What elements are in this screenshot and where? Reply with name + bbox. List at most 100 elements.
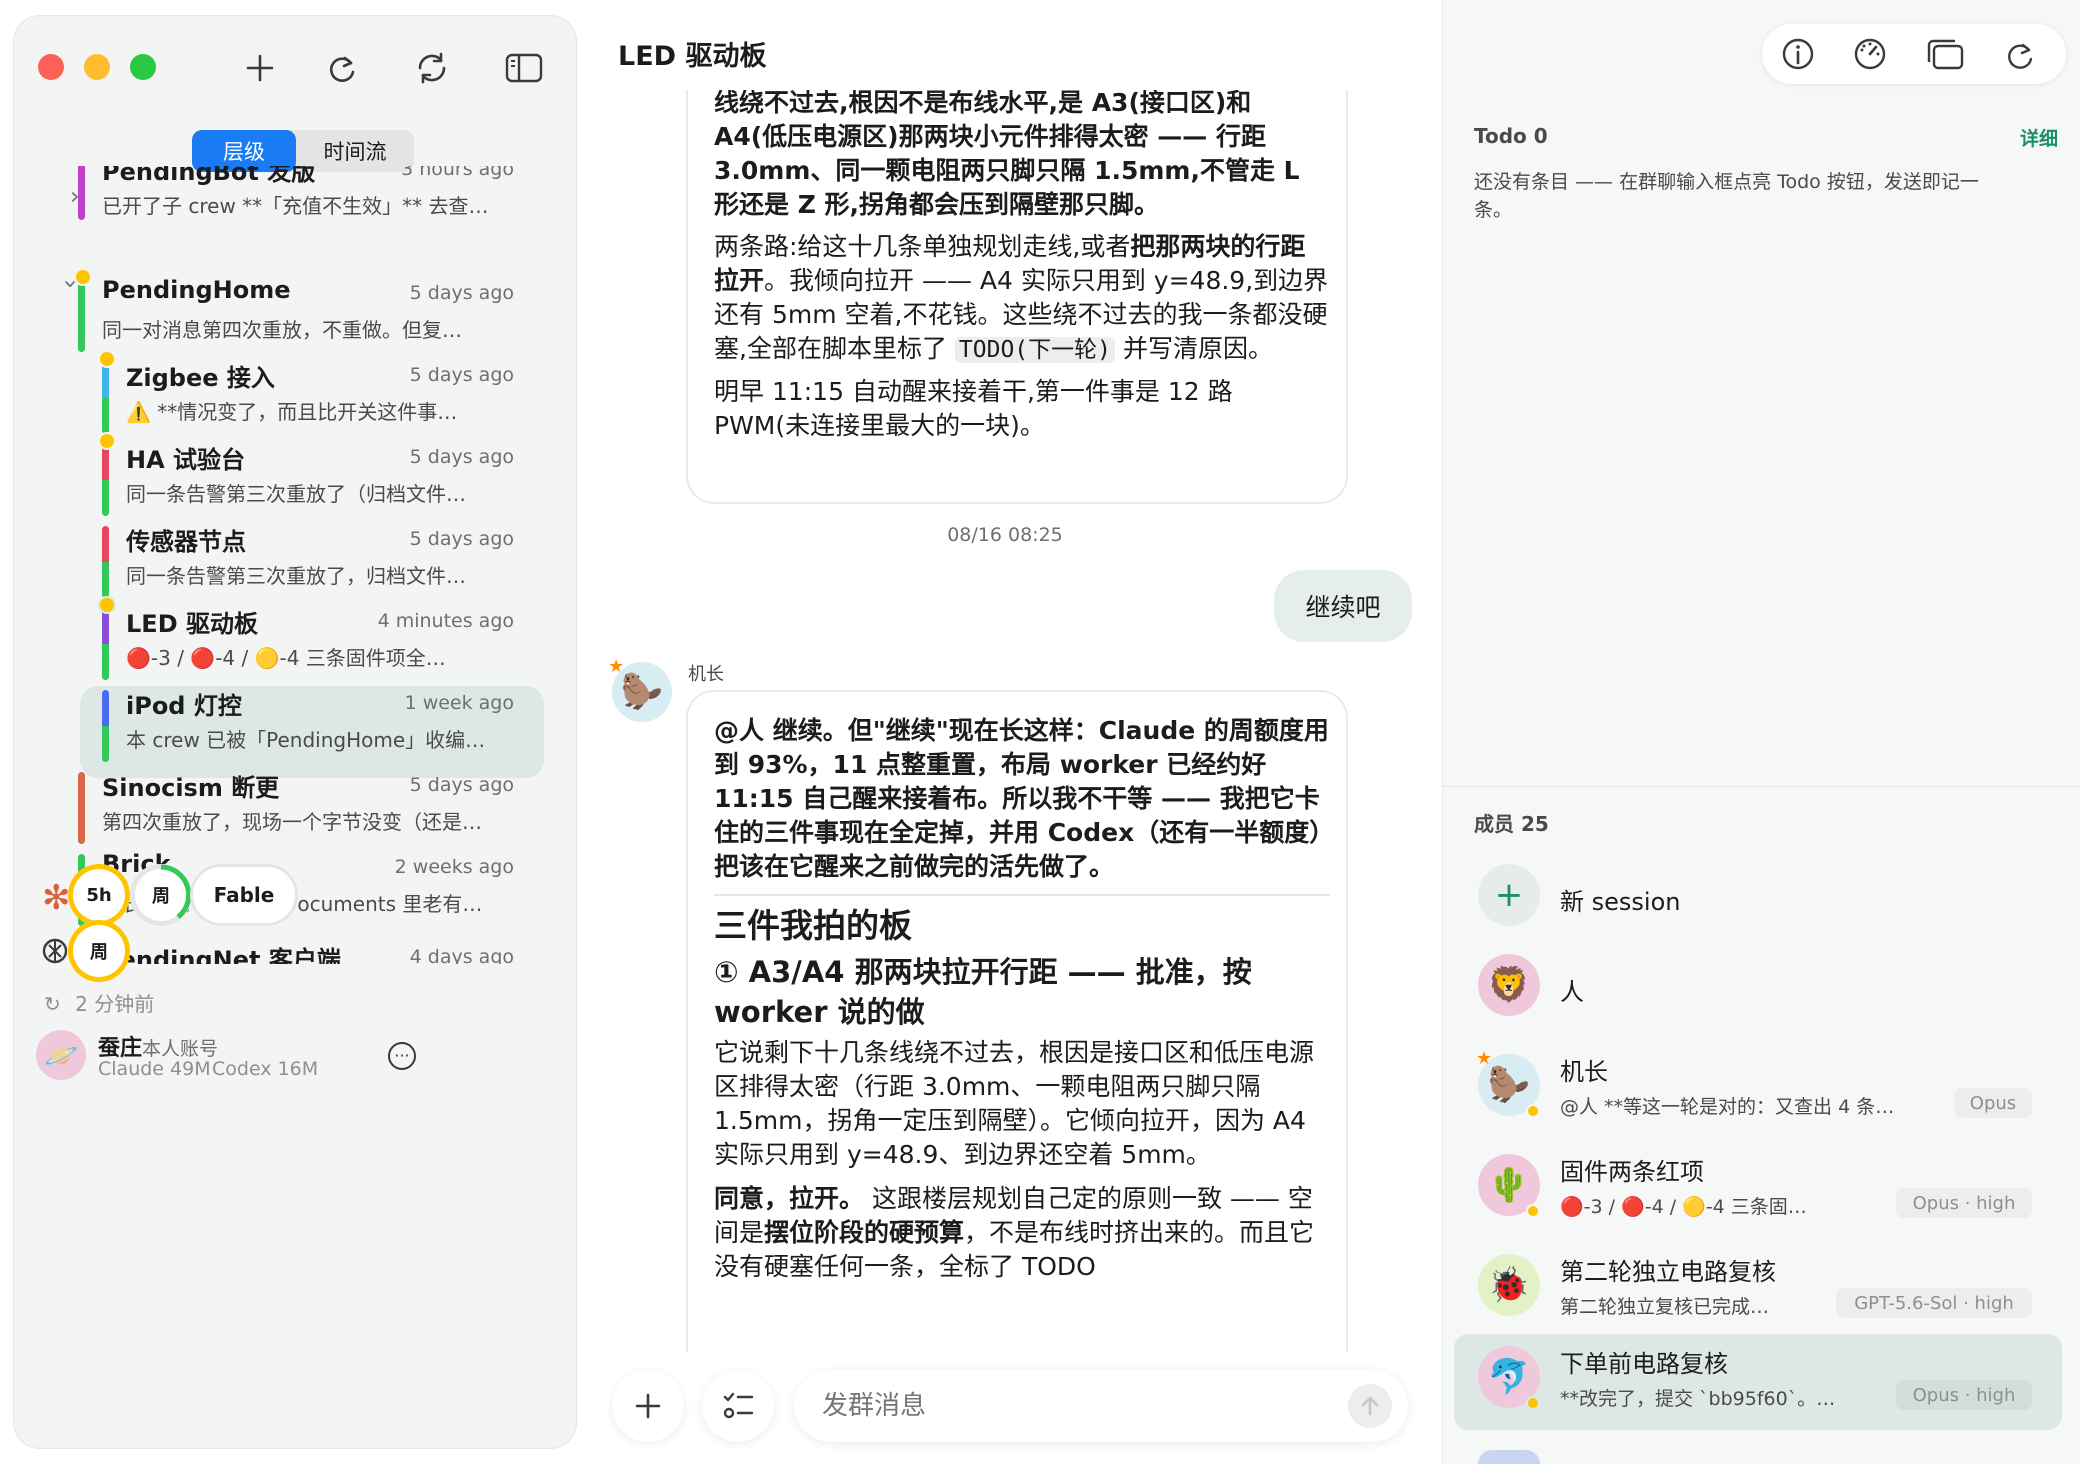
online-indicator (1526, 1204, 1540, 1218)
thread-pendingbot[interactable]: PendingBot 发版 3 hours ago 已开了子 crew **「充… (78, 166, 538, 266)
member-row[interactable]: 🦫 ★ 机长 @人 **等这一轮是对的：又查出 4 条… Opus (1460, 1042, 2070, 1138)
more-options-icon[interactable]: ··· (388, 1042, 416, 1070)
thread-color-bar (102, 526, 109, 598)
thread-color-bar (78, 280, 85, 352)
thread-preview: 已开了子 crew **「充值不生效」** 去查… (102, 194, 489, 218)
member-row[interactable]: 🌵 固件两条红项 🔴-3 / 🔴-4 / 🟡-4 三条固… Opus · hig… (1460, 1142, 2070, 1238)
thread-preview: ⚠️ **情况变了，而且比开关这件事… (126, 400, 458, 424)
thread-time: 3 hours ago (401, 166, 514, 180)
user-message-text: 继续吧 (1305, 593, 1381, 622)
openai-logo-icon (38, 934, 72, 968)
thread-pendingnet[interactable]: PendingNet 客户端 4 days ago (78, 928, 538, 964)
member-name: 固件两条红项 (1560, 1158, 1704, 1186)
text-run: 两条路:给这十几条单独规划走线,或者 (714, 232, 1131, 261)
chat-scroll-area[interactable]: 线绕不过去,根因不是布线水平,是 A3(接口区)和 A4(低压电源区)那两块小元… (590, 90, 1420, 1352)
text-run-bold: 同意，拉开。 (714, 1184, 865, 1213)
member-avatar: 🐞 (1478, 1254, 1540, 1316)
user-message-bubble: 继续吧 (1274, 570, 1412, 642)
thread-color-bar (102, 608, 109, 680)
app-window: 层级 时间流 › PendingBot 发版 3 hours ago 已开了子 … (0, 0, 2080, 1464)
message-composer (794, 1370, 1408, 1442)
member-name: 第二轮独立电路复核 (1560, 1258, 1776, 1286)
message-body: @人 继续。但"继续"现在长这样：Claude 的周额度用到 93%，11 点整… (714, 714, 1330, 1284)
message-paragraph: @人 继续。但"继续"现在长这样：Claude 的周额度用到 93%，11 点整… (714, 716, 1329, 881)
reload-button[interactable] (2002, 36, 2038, 72)
thread-preview: 第四次重放了，现场一个字节没变（还是… (102, 810, 482, 834)
codex-token-count: Codex 16M (212, 1058, 319, 1080)
account-avatar[interactable]: 🪐 (36, 1030, 86, 1080)
message-sender: 机长 (688, 664, 724, 685)
new-session-button[interactable]: + 新 session (1460, 852, 2070, 948)
member-row[interactable]: 🐞 第二轮独立电路复核 第二轮独立复核已完成… GPT-5.6-Sol · hi… (1460, 1242, 2070, 1338)
plus-icon (635, 1393, 661, 1419)
new-thread-button[interactable] (238, 46, 282, 90)
refresh-small-icon: ↻ (44, 992, 61, 1016)
message-paragraph: 同意，拉开。 这跟楼层规划自己定的原则一致 —— 空间是摆位阶段的硬预算，不是布… (714, 1182, 1330, 1284)
info-button[interactable] (1780, 36, 1816, 72)
codex-week-usage-ring[interactable]: 周 (68, 920, 130, 982)
claude-week-usage-ring[interactable]: 周 (130, 864, 192, 926)
info-icon (1782, 38, 1814, 70)
thread-time: 4 minutes ago (377, 610, 514, 632)
thread-title: PendingHome (102, 276, 291, 304)
thread-title: HA 试验台 (126, 446, 246, 474)
thread-title: Sinocism 断更 (102, 774, 280, 802)
thread-title: LED 驱动板 (126, 610, 258, 638)
text-run-bold: 摆位阶段的硬预算 (764, 1218, 965, 1247)
thread-time: 5 days ago (409, 446, 514, 468)
member-row[interactable]: 🦁 人 (1460, 942, 2070, 1038)
sync-button[interactable] (410, 46, 454, 90)
account-label: 本人账号 (142, 1038, 219, 1060)
thread-title: Zigbee 接入 (126, 364, 275, 392)
agent-message-bubble: 线绕不过去,根因不是布线水平,是 A3(接口区)和 A4(低压电源区)那两块小元… (686, 90, 1348, 504)
refresh-icon (329, 56, 355, 82)
thread-time: 2 weeks ago (394, 856, 514, 878)
toggle-sidebar-button[interactable] (502, 46, 546, 90)
windows-button[interactable] (1924, 36, 1966, 72)
ring-label: 周 (90, 942, 108, 963)
zoom-window-button[interactable] (130, 54, 156, 80)
thread-preview: 本 crew 已被「PendingHome」收编… (126, 728, 486, 752)
checklist-icon (723, 1392, 754, 1419)
ring-label: 周 (152, 886, 170, 907)
message-subheading: ① A3/A4 那两块拉开行距 —— 批准，按 worker 说的做 (714, 955, 1252, 1029)
agent-message-bubble: @人 继续。但"继续"现在长这样：Claude 的周额度用到 93%，11 点整… (686, 690, 1348, 1352)
message-input[interactable] (822, 1384, 1302, 1428)
sidebar-icon (505, 53, 543, 83)
refresh-status: ↻ 2 分钟前 (44, 988, 154, 1017)
refresh-time: 2 分钟前 (75, 992, 155, 1016)
todo-detail-link[interactable]: 详细 (2020, 124, 2058, 151)
pill-label: Fable (213, 883, 275, 907)
status-dot (98, 596, 116, 614)
online-indicator (1526, 1104, 1540, 1118)
dashboard-button[interactable] (1852, 36, 1888, 72)
member-avatar: 🦁 (1478, 954, 1540, 1016)
claude-5h-usage-ring[interactable]: 5h (68, 864, 130, 926)
thread-title: 传感器节点 (126, 528, 246, 556)
todo-toggle-button[interactable] (702, 1370, 774, 1442)
member-preview: 第二轮独立复核已完成… (1560, 1296, 1770, 1318)
refresh-button[interactable] (320, 46, 364, 90)
message-paragraph: 它说剩下十几条线绕不过去，根因是接口区和低压电源区排得太密（行距 3.0mm、一… (714, 1038, 1315, 1169)
todo-empty-text: 还没有条目 —— 在群聊输入框点亮 Todo 按钮，发送即记一条。 (1474, 171, 1979, 221)
model-tag: Opus (1954, 1088, 2032, 1118)
message-paragraph: 明早 11:15 自动醒来接着干,第一件事是 12 路 PWM(未连接里最大的一… (714, 377, 1233, 440)
thread-time: 4 days ago (409, 946, 514, 964)
member-avatar-partial (1478, 1450, 1540, 1464)
member-preview: 🔴-3 / 🔴-4 / 🟡-4 三条固… (1560, 1196, 1807, 1218)
star-badge-icon: ★ (1476, 1048, 1493, 1069)
attach-button[interactable] (612, 1370, 684, 1442)
plus-icon (246, 54, 274, 82)
minimize-window-button[interactable] (84, 54, 110, 80)
fable-usage-pill[interactable]: Fable (190, 864, 298, 926)
close-window-button[interactable] (38, 54, 64, 80)
thread-time: 5 days ago (409, 774, 514, 796)
member-row-selected[interactable]: 🐬 下单前电路复核 **改完了，提交 `bb95f60`。… Opus · hi… (1454, 1334, 2062, 1430)
claude-logo-icon: ✻ (42, 878, 71, 918)
arrow-up-icon (1361, 1396, 1379, 1416)
thread-color-bar (78, 772, 85, 844)
todo-title: Todo 0 (1474, 124, 1548, 148)
right-toolbar (1762, 24, 2066, 84)
model-tag: GPT-5.6-Sol · high (1836, 1288, 2032, 1318)
send-button[interactable] (1348, 1384, 1392, 1428)
